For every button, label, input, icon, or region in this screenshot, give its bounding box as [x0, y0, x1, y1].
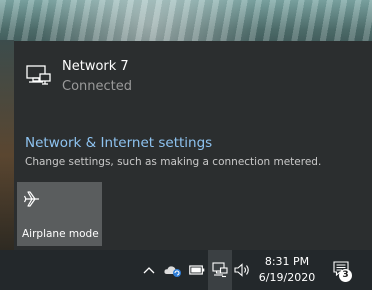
airplane-mode-button[interactable]: Airplane mode — [17, 182, 102, 246]
clock-time: 8:31 PM — [264, 255, 310, 268]
network-name: Network 7 — [62, 59, 129, 74]
notification-count-badge: 3 — [339, 269, 352, 282]
ethernet-icon — [26, 65, 52, 87]
airplane-icon — [23, 190, 41, 208]
network-list-item[interactable]: Network 7 Connected — [24, 55, 354, 101]
chevron-up-icon[interactable] — [139, 250, 159, 290]
airplane-mode-label: Airplane mode — [22, 228, 99, 240]
clock[interactable]: 8:31 PM 6/19/2020 — [254, 254, 320, 286]
network-internet-settings-link[interactable]: Network & Internet settings — [25, 135, 212, 151]
settings-description: Change settings, such as making a connec… — [25, 156, 322, 168]
action-center-button[interactable]: 3 — [325, 250, 365, 290]
volume-icon[interactable] — [232, 250, 254, 290]
network-flyout: Network 7 Connected Network & Internet s… — [14, 41, 372, 250]
taskbar: 8:31 PM 6/19/2020 3 — [0, 250, 372, 290]
network-status: Connected — [62, 79, 133, 94]
onedrive-icon[interactable] — [160, 250, 186, 290]
battery-icon[interactable] — [186, 250, 208, 290]
clock-date: 6/19/2020 — [258, 271, 316, 284]
network-tray-icon[interactable] — [208, 250, 232, 290]
